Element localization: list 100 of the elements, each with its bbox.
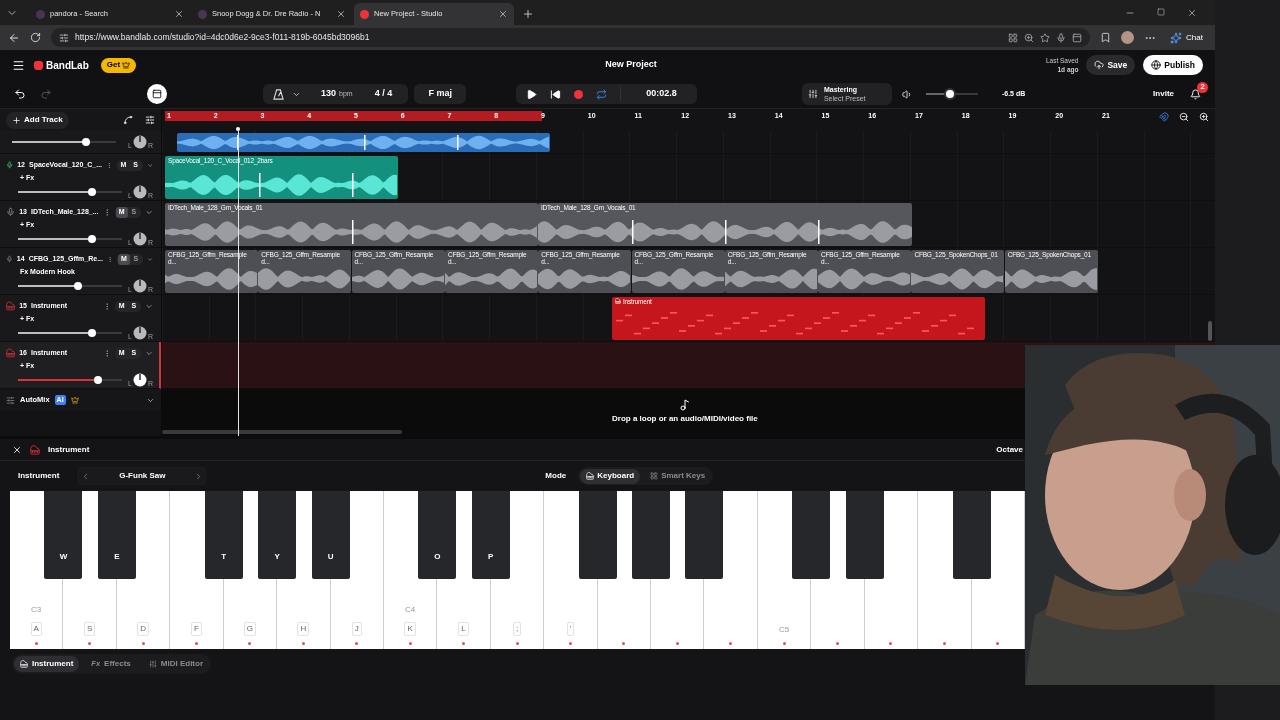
piano-key[interactable]: O xyxy=(418,491,457,579)
microphone-icon[interactable] xyxy=(6,207,16,217)
piano-key[interactable] xyxy=(632,491,671,579)
volume-slider[interactable] xyxy=(16,187,124,197)
key-hint: O xyxy=(434,551,441,563)
pan-knob[interactable] xyxy=(132,326,147,340)
slider-thumb[interactable] xyxy=(87,235,96,243)
grid-icon xyxy=(650,472,659,480)
volume-slider[interactable] xyxy=(10,137,118,147)
volume-slider[interactable] xyxy=(16,281,124,291)
pan-knob[interactable] xyxy=(132,232,147,246)
mode-tab[interactable]: Smart Keys xyxy=(644,468,712,484)
piano-icon xyxy=(20,660,28,668)
piano-key[interactable]: Y xyxy=(258,491,297,579)
magnet-icon[interactable] xyxy=(1159,112,1169,122)
globe-icon xyxy=(1151,60,1162,70)
time-signature[interactable]: 4 / 4 xyxy=(374,87,393,101)
close-icon[interactable] xyxy=(12,444,22,455)
panel-tab[interactable]: Instrument xyxy=(14,656,80,672)
octave-label: Octave xyxy=(996,443,1023,456)
piano-key[interactable] xyxy=(578,491,617,579)
record-icon[interactable] xyxy=(574,89,584,99)
microphone-icon[interactable] xyxy=(6,254,13,264)
address-bar[interactable]: https://www.bandlab.com/studio?id=4dc0d6e2-9ce3-f011-819b-6045bd3096b1 xyxy=(51,28,1091,47)
volume-slider[interactable] xyxy=(16,375,124,385)
panel-tab[interactable]: MIDI Editor xyxy=(142,656,209,672)
instrument-selector[interactable]: G-Funk Saw xyxy=(77,467,208,485)
sidebar-icon[interactable] xyxy=(1072,32,1083,43)
reload-icon[interactable] xyxy=(30,32,41,43)
vertical-scrollbar[interactable] xyxy=(1208,321,1212,341)
volume-icon[interactable] xyxy=(901,88,913,100)
sliders-icon[interactable] xyxy=(145,115,155,125)
new-tab-icon[interactable] xyxy=(522,8,534,20)
curve-icon[interactable] xyxy=(123,115,133,125)
key-hint: Y xyxy=(274,551,280,563)
zoom-in-icon[interactable] xyxy=(1199,112,1209,122)
chat-button[interactable]: Chat xyxy=(1166,28,1207,47)
profile-avatar[interactable] xyxy=(1121,31,1135,44)
undo-icon[interactable] xyxy=(14,88,26,100)
close-icon[interactable] xyxy=(336,9,346,19)
key-button[interactable]: F maj xyxy=(414,84,467,104)
skip-back-icon[interactable] xyxy=(550,88,562,100)
get-button[interactable]: Get xyxy=(100,57,137,73)
piano-key[interactable]: U xyxy=(311,491,350,579)
slider-thumb[interactable] xyxy=(74,282,83,290)
metronome-icon[interactable] xyxy=(273,88,284,100)
url-text: https://www.bandlab.com/studio?id=4dc0d6e2-9ce3-f011-819b-6045bd3096b1 xyxy=(75,31,371,44)
grid-icon[interactable] xyxy=(1008,32,1019,43)
redo-icon[interactable] xyxy=(40,88,52,100)
key-hint: F xyxy=(191,622,202,636)
panel-toggle-button[interactable] xyxy=(147,84,167,104)
close-icon[interactable] xyxy=(1187,8,1197,18)
piano-key[interactable] xyxy=(685,491,724,579)
tempo-value[interactable]: 130 xyxy=(321,87,337,101)
slider-thumb[interactable] xyxy=(94,376,103,384)
loop-region[interactable] xyxy=(165,111,542,121)
more-icon[interactable] xyxy=(106,254,113,264)
menu-icon[interactable] xyxy=(12,58,25,72)
logo-icon xyxy=(33,59,44,71)
bookmark-icon[interactable] xyxy=(1100,32,1112,43)
piano-key[interactable]: T xyxy=(204,491,243,579)
slider-thumb[interactable] xyxy=(87,188,96,196)
horizontal-scrollbar[interactable] xyxy=(162,430,402,434)
slider-thumb[interactable] xyxy=(944,88,957,100)
add-track-button[interactable]: Add Track xyxy=(6,111,69,129)
close-icon[interactable] xyxy=(174,9,184,19)
piano-key[interactable]: P xyxy=(471,491,510,579)
maximize-icon[interactable] xyxy=(1157,8,1165,16)
piano-key[interactable]: E xyxy=(97,491,136,579)
publish-button[interactable]: Publish xyxy=(1143,55,1203,75)
panel-title: Instrument xyxy=(48,443,90,456)
slider-thumb[interactable] xyxy=(81,138,90,146)
volume-slider[interactable] xyxy=(16,234,124,244)
invite-button[interactable]: Invite xyxy=(1147,84,1180,104)
save-button[interactable]: Save xyxy=(1086,55,1136,75)
zoom-out-icon[interactable] xyxy=(1179,112,1189,122)
piano-key[interactable] xyxy=(952,491,991,579)
favicon xyxy=(360,9,369,19)
key-hint: ; xyxy=(512,622,522,636)
pan-knob[interactable] xyxy=(132,185,147,199)
piano-key[interactable] xyxy=(845,491,884,579)
piano-key[interactable]: W xyxy=(44,491,83,579)
slider-thumb[interactable] xyxy=(87,329,96,337)
microphone-icon[interactable] xyxy=(1056,32,1067,43)
microphone-icon[interactable] xyxy=(6,160,14,170)
octave-label: C5 xyxy=(779,624,790,636)
pan-knob[interactable] xyxy=(132,135,147,149)
bell-icon[interactable] xyxy=(1190,88,1201,100)
star-icon[interactable] xyxy=(1040,32,1051,43)
site-settings-icon[interactable] xyxy=(59,32,69,43)
pan-knob[interactable] xyxy=(132,373,147,387)
pan-knob[interactable] xyxy=(132,279,147,293)
back-icon[interactable] xyxy=(8,31,20,44)
piano-key[interactable] xyxy=(792,491,831,579)
play-icon[interactable] xyxy=(526,88,538,100)
mode-tab[interactable]: Keyboard xyxy=(580,468,641,484)
loop-icon[interactable] xyxy=(596,88,608,100)
piano-icon xyxy=(586,472,595,480)
volume-slider[interactable] xyxy=(16,328,124,338)
key-hint: J xyxy=(351,622,362,636)
